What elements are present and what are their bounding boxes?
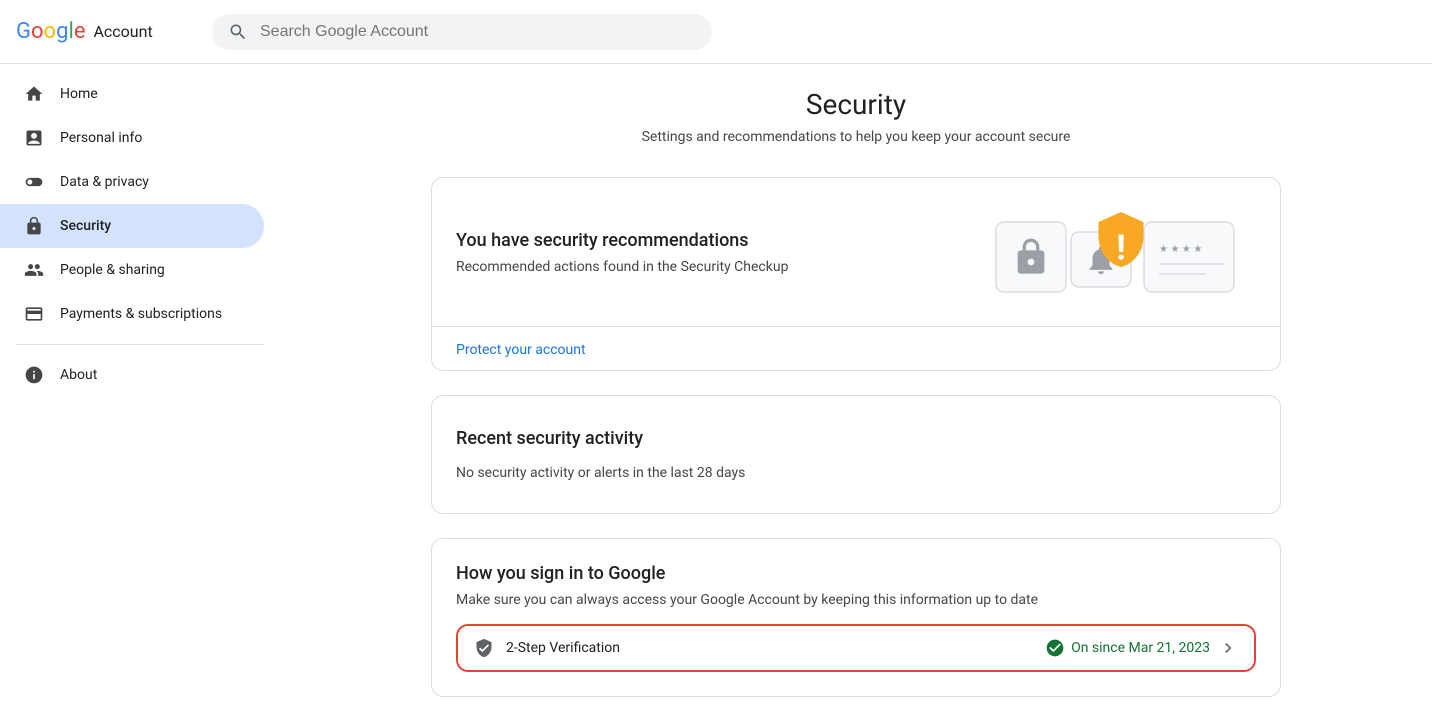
sidebar-item-home[interactable]: Home — [0, 72, 264, 116]
google-logo: Google — [16, 19, 85, 44]
signin-card: How you sign in to Google Make sure you … — [431, 538, 1281, 697]
sidebar-item-security[interactable]: Security — [0, 204, 264, 248]
logo-g-blue: G — [16, 19, 31, 44]
page-subtitle: Settings and recommendations to help you… — [431, 129, 1281, 145]
protect-account-row[interactable]: Protect your account — [432, 326, 1280, 370]
people-icon — [24, 260, 44, 280]
sec-rec-text: You have security recommendations Recomm… — [456, 230, 976, 275]
sidebar-label-payments: Payments & subscriptions — [60, 306, 222, 322]
activity-card-body: Recent security activity No security act… — [432, 396, 1280, 513]
sec-rec-desc: Recommended actions found in the Securit… — [456, 259, 976, 275]
sidebar-label-security: Security — [60, 218, 111, 234]
signin-card-body: How you sign in to Google Make sure you … — [432, 539, 1280, 696]
two-step-status: On since Mar 21, 2023 — [1045, 638, 1210, 658]
sidebar-label-about: About — [60, 367, 97, 383]
activity-desc: No security activity or alerts in the la… — [456, 465, 1256, 481]
activity-title: Recent security activity — [456, 428, 1256, 449]
search-icon — [228, 22, 248, 42]
two-step-status-text: On since Mar 21, 2023 — [1071, 640, 1210, 656]
card-icon — [24, 304, 44, 324]
main-layout: Home Personal info Data & privacy Securi… — [0, 64, 1432, 704]
search-bar[interactable] — [212, 14, 712, 50]
sidebar-label-data-privacy: Data & privacy — [60, 174, 149, 190]
sidebar-item-payments[interactable]: Payments & subscriptions — [0, 292, 264, 336]
two-step-label: 2-Step Verification — [506, 640, 1045, 656]
sec-rec-title: You have security recommendations — [456, 230, 976, 251]
security-recommendations-card: You have security recommendations Recomm… — [431, 177, 1281, 371]
person-icon — [24, 128, 44, 148]
sec-rec-card-body: You have security recommendations Recomm… — [432, 178, 1280, 326]
info-icon — [24, 365, 44, 385]
page-title: Security — [431, 88, 1281, 121]
sidebar: Home Personal info Data & privacy Securi… — [0, 64, 280, 704]
content-inner: Security Settings and recommendations to… — [431, 88, 1281, 704]
sidebar-item-people-sharing[interactable]: People & sharing — [0, 248, 264, 292]
logo-area: Google Account — [16, 19, 196, 44]
svg-text:★ ★ ★ ★: ★ ★ ★ ★ — [1159, 244, 1202, 255]
svg-text:!: ! — [1116, 228, 1125, 269]
shield-check-icon — [474, 638, 494, 658]
toggle-icon — [24, 172, 44, 192]
sidebar-divider — [16, 344, 264, 345]
header: Google Account — [0, 0, 1432, 64]
sidebar-label-people-sharing: People & sharing — [60, 262, 165, 278]
check-circle-icon — [1045, 638, 1065, 658]
sidebar-label-home: Home — [60, 86, 98, 102]
protect-account-link[interactable]: Protect your account — [456, 342, 586, 358]
security-illustration: ★ ★ ★ ★ ! — [976, 202, 1256, 302]
logo-e-red: e — [74, 19, 86, 44]
search-input[interactable] — [260, 23, 696, 41]
home-icon — [24, 84, 44, 104]
sidebar-label-personal-info: Personal info — [60, 130, 142, 146]
sidebar-item-personal-info[interactable]: Personal info — [0, 116, 264, 160]
sidebar-item-about[interactable]: About — [0, 353, 264, 397]
two-step-verification-row[interactable]: 2-Step Verification On since Mar 21, 202… — [456, 624, 1256, 672]
shield-svg: ★ ★ ★ ★ ! — [976, 202, 1256, 312]
lock-icon — [24, 216, 44, 236]
logo-o-yellow: o — [44, 19, 57, 44]
security-activity-card: Recent security activity No security act… — [431, 395, 1281, 514]
signin-title: How you sign in to Google — [456, 563, 1256, 584]
signin-desc: Make sure you can always access your Goo… — [456, 592, 1256, 608]
logo-o-red: o — [31, 19, 44, 44]
chevron-right-icon — [1218, 638, 1238, 658]
logo-g-blue2: g — [56, 19, 68, 44]
content-area: Security Settings and recommendations to… — [280, 64, 1432, 704]
account-label: Account — [93, 22, 152, 41]
sidebar-item-data-privacy[interactable]: Data & privacy — [0, 160, 264, 204]
